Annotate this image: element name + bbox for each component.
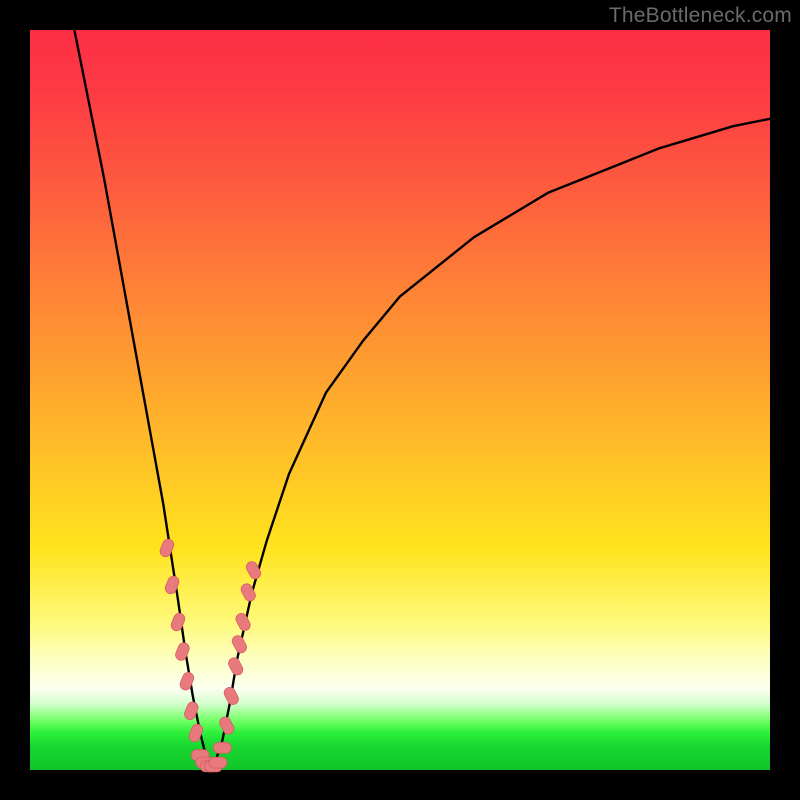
marker-point	[174, 641, 191, 662]
marker-point	[158, 538, 175, 559]
watermark-text: TheBottleneck.com	[609, 4, 792, 28]
marker-point	[209, 757, 227, 768]
marker-point	[170, 612, 187, 633]
marker-point	[178, 671, 195, 692]
chart-frame: TheBottleneck.com	[0, 0, 800, 800]
curve-layer	[30, 30, 770, 770]
marker-point	[213, 742, 231, 753]
marker-point	[227, 656, 245, 677]
plot-area	[30, 30, 770, 770]
marker-point	[222, 685, 240, 706]
marker-point	[218, 715, 236, 736]
marker-point	[234, 611, 252, 632]
marker-point	[230, 634, 248, 655]
